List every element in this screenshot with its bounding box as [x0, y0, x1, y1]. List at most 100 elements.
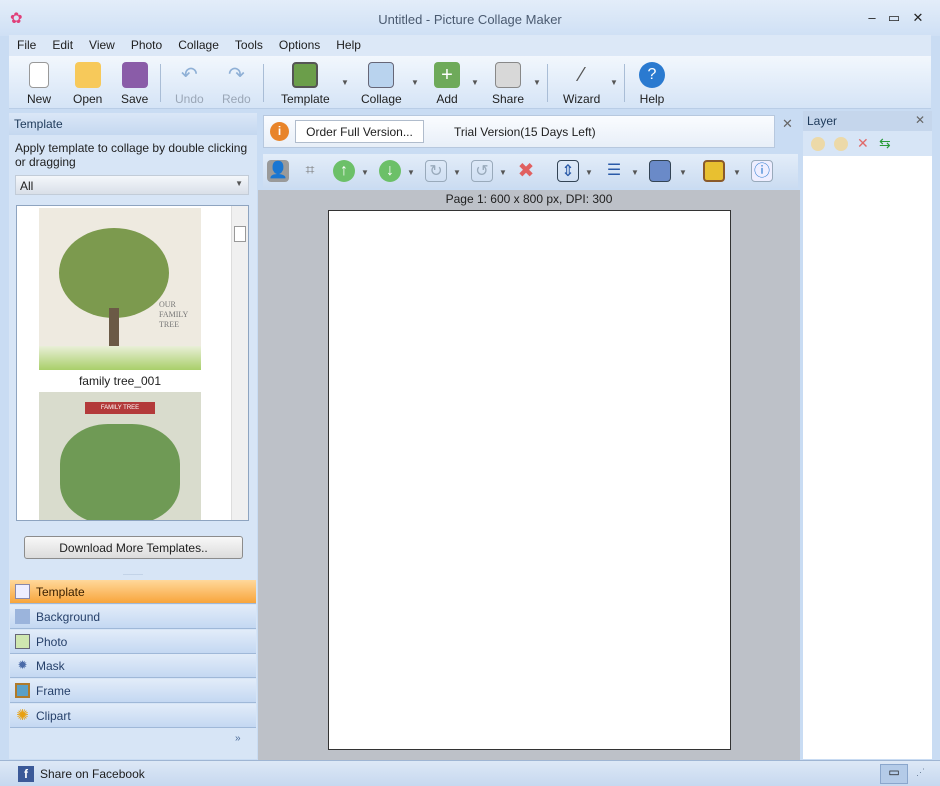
- window-title: Untitled - Picture Collage Maker: [378, 12, 562, 27]
- menu-help[interactable]: Help: [328, 35, 369, 52]
- remove-clipart-icon[interactable]: [703, 160, 725, 182]
- rotate-right-icon[interactable]: ↻: [425, 160, 447, 182]
- dropdown-arrow[interactable]: ▼: [499, 168, 507, 177]
- collage-page[interactable]: [328, 210, 731, 750]
- undo-button[interactable]: ↶ Undo: [175, 62, 204, 106]
- template-item[interactable]: OUR FAMILY TREE family tree_001: [39, 208, 201, 388]
- send-backward-icon[interactable]: ↓: [379, 160, 401, 182]
- category-photo[interactable]: Photo: [10, 630, 256, 654]
- order-full-version-button[interactable]: Order Full Version...: [295, 120, 424, 143]
- new-button[interactable]: New: [27, 62, 51, 106]
- menu-tools[interactable]: Tools: [227, 35, 271, 52]
- separator: [624, 64, 625, 102]
- photo-icon: [15, 634, 30, 649]
- dropdown-arrow[interactable]: ▼: [679, 168, 687, 177]
- menu-photo[interactable]: Photo: [123, 35, 170, 52]
- redo-icon: ↷: [227, 64, 245, 86]
- template-caption: OUR FAMILY TREE: [159, 300, 188, 329]
- collage-button[interactable]: Collage: [361, 62, 402, 106]
- chat-icon[interactable]: ▭: [880, 764, 908, 784]
- dropdown-arrow[interactable]: ▼: [733, 168, 741, 177]
- dropdown-arrow[interactable]: ▼: [361, 168, 369, 177]
- splitter-handle[interactable]: ··········: [9, 572, 257, 580]
- collage-dropdown-arrow[interactable]: ▼: [411, 78, 419, 87]
- bring-forward-icon[interactable]: ↑: [333, 160, 355, 182]
- separator: [160, 64, 161, 102]
- dropdown-arrow[interactable]: ▼: [585, 168, 593, 177]
- category-frame[interactable]: Frame: [10, 679, 256, 703]
- add-label: Add: [436, 92, 458, 106]
- background-icon: [15, 609, 30, 624]
- download-templates-button[interactable]: Download More Templates..: [24, 536, 243, 559]
- close-layer-panel-icon[interactable]: ✕: [915, 113, 925, 127]
- panel-header: Template: [9, 113, 257, 135]
- open-label: Open: [73, 92, 103, 106]
- menu-collage[interactable]: Collage: [170, 35, 227, 52]
- minimize-button[interactable]: ‒: [863, 10, 881, 25]
- redo-button[interactable]: ↷ Redo: [222, 62, 251, 106]
- open-button[interactable]: Open: [73, 62, 102, 106]
- layer-down-icon[interactable]: [834, 137, 848, 151]
- template-label: Template: [281, 92, 330, 106]
- menu-view[interactable]: View: [81, 35, 123, 52]
- save-button[interactable]: Save: [121, 62, 148, 106]
- delete-icon[interactable]: ✖: [515, 160, 537, 182]
- align-left-icon[interactable]: ☰: [603, 160, 625, 182]
- category-mask[interactable]: ✹ Mask: [10, 654, 256, 678]
- category-background[interactable]: Background: [10, 605, 256, 629]
- properties-icon[interactable]: ⓘ: [751, 160, 773, 182]
- share-button[interactable]: Share: [492, 62, 524, 106]
- share-on-facebook-link[interactable]: Share on Facebook: [40, 767, 145, 781]
- close-info-bar-icon[interactable]: ✕: [782, 116, 793, 132]
- dropdown-arrow[interactable]: ▼: [631, 168, 639, 177]
- wizard-label: Wizard: [563, 92, 601, 106]
- maximize-button[interactable]: ▭: [885, 10, 903, 26]
- sunflower-icon: ✺: [16, 707, 29, 724]
- redo-label: Redo: [222, 92, 251, 106]
- category-label: Frame: [36, 684, 71, 698]
- magic-wand-icon: ⁄: [580, 64, 584, 86]
- scrollbar[interactable]: [231, 206, 248, 520]
- delete-layer-icon[interactable]: ✕: [857, 135, 869, 152]
- more-categories-icon[interactable]: »: [235, 733, 241, 744]
- toolbar: New Open Save ↶ Undo ↷ Redo Template ▼ Col…: [9, 56, 931, 109]
- panel-description: Apply template to collage by double clic…: [15, 141, 248, 169]
- share-label: Share: [492, 92, 525, 106]
- dropdown-arrow[interactable]: ▼: [407, 168, 415, 177]
- template-caption: FAMILY TREE: [85, 402, 155, 414]
- add-dropdown-arrow[interactable]: ▼: [471, 78, 479, 87]
- add-button[interactable]: + Add: [434, 62, 460, 106]
- share-dropdown-arrow[interactable]: ▼: [533, 78, 541, 87]
- person-icon[interactable]: 👤: [267, 160, 289, 182]
- wizard-dropdown-arrow[interactable]: ▼: [610, 78, 618, 87]
- menu-options[interactable]: Options: [271, 35, 328, 52]
- crop-icon[interactable]: ⌗: [299, 160, 321, 182]
- scroll-thumb[interactable]: [234, 226, 246, 242]
- panel-header: Layer: [803, 111, 932, 131]
- template-icon: [292, 62, 319, 88]
- close-button[interactable]: ✕: [909, 10, 927, 26]
- layer-up-icon[interactable]: [811, 137, 825, 151]
- menu-file[interactable]: File: [9, 35, 44, 52]
- dropdown-arrow[interactable]: ▼: [453, 168, 461, 177]
- undo-icon: ↶: [180, 64, 198, 86]
- menu-edit[interactable]: Edit: [44, 35, 81, 52]
- template-filter-select[interactable]: All ▼: [15, 175, 249, 195]
- chevron-down-icon: ▼: [235, 179, 243, 188]
- swap-layers-icon[interactable]: ⇆: [879, 135, 891, 152]
- category-clipart[interactable]: ✺ Clipart: [10, 704, 256, 728]
- save-label: Save: [121, 92, 149, 106]
- template-dropdown-arrow[interactable]: ▼: [341, 78, 349, 87]
- add-photo-icon: +: [434, 62, 460, 88]
- distribute-icon[interactable]: [649, 160, 671, 182]
- rotate-left-icon[interactable]: ↺: [471, 160, 493, 182]
- align-center-icon[interactable]: ⇕: [557, 160, 579, 182]
- template-item[interactable]: FAMILY TREE: [39, 392, 201, 520]
- resize-grip[interactable]: ⋰: [916, 767, 925, 778]
- facebook-icon[interactable]: f: [18, 766, 34, 782]
- help-button[interactable]: ? Help: [639, 62, 665, 106]
- template-button[interactable]: Template: [281, 62, 330, 106]
- category-template[interactable]: Template: [10, 580, 256, 604]
- wizard-button[interactable]: ⁄ Wizard: [563, 62, 600, 106]
- template-icon: [15, 584, 30, 599]
